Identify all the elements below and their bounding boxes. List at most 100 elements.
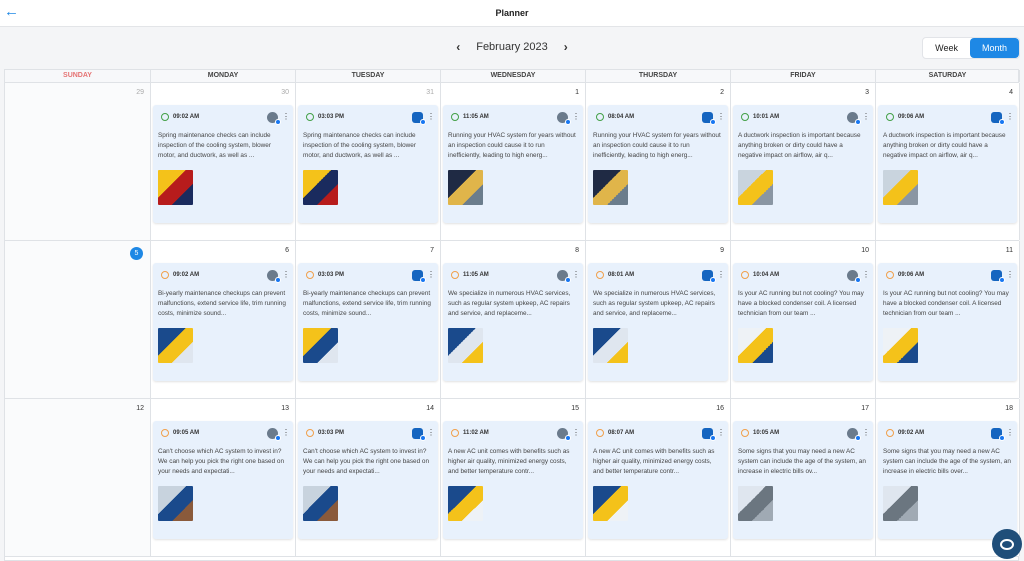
scheduled-post-card[interactable]: 09:02 AM ⋮ Spring maintenance checks can i…	[153, 105, 293, 223]
clock-icon	[161, 429, 169, 437]
scheduled-post-card[interactable]: 03:03 PM ⋮ Bi-yearly maintenance checkups …	[298, 263, 438, 381]
more-options-icon[interactable]: ⋮	[427, 271, 435, 279]
week-view-button[interactable]: Week	[923, 38, 970, 58]
calendar-day-cell[interactable]: 5	[5, 241, 151, 398]
account-avatar	[702, 111, 716, 125]
scheduled-post-card[interactable]: 10:04 AM ⋮ Is your AC running but not cool…	[733, 263, 873, 381]
day-number: 11	[1005, 247, 1013, 254]
more-options-icon[interactable]: ⋮	[572, 429, 580, 437]
calendar-day-cell[interactable]: 31 03:03 PM ⋮ Spring maintenance checks can…	[296, 83, 441, 240]
day-number: 8	[575, 247, 579, 254]
chat-bubble-icon[interactable]	[992, 529, 1022, 559]
scheduled-post-card[interactable]: 08:01 AM ⋮ We specialize in numerous HVAC …	[588, 263, 728, 381]
calendar-day-cell[interactable]: 3 10:01 AM ⋮ A ductwork inspection is impor…	[731, 83, 876, 240]
calendar-day-cell[interactable]: 16 08:07 AM ⋮ A new AC unit comes with bene…	[586, 399, 731, 556]
calendar-week: 5 6 09:02 AM ⋮ Bi-yearly maintenance checkup…	[5, 241, 1020, 399]
post-thumbnail	[738, 170, 773, 205]
post-time: 08:01 AM	[608, 272, 635, 278]
arrow-left-icon[interactable]: ←	[4, 3, 19, 21]
page-title: Planner	[495, 8, 529, 18]
month-calendar: SUNDAY MONDAY TUESDAY WEDNESDAY THURSDAY FRID…	[4, 69, 1020, 561]
more-options-icon[interactable]: ⋮	[862, 429, 870, 437]
chevron-right-icon[interactable]: ›	[558, 40, 574, 54]
post-time: 11:02 AM	[463, 430, 489, 436]
calendar-day-cell[interactable]: 10 10:04 AM ⋮ Is your AC running but not co…	[731, 241, 876, 398]
calendar-day-cell[interactable]: 12	[5, 399, 151, 556]
post-time: 08:07 AM	[608, 430, 635, 436]
more-options-icon[interactable]: ⋮	[1006, 271, 1014, 279]
facebook-icon	[710, 118, 716, 125]
calendar-day-cell[interactable]: 6 09:02 AM ⋮ Bi-yearly maintenance checkups…	[151, 241, 296, 398]
post-time: 03:03 PM	[318, 114, 345, 120]
clock-icon	[306, 271, 314, 279]
scheduled-post-card[interactable]: 08:07 AM ⋮ A new AC unit comes with benefi…	[588, 421, 728, 539]
clock-icon	[161, 113, 169, 121]
day-number: 31	[426, 89, 434, 96]
more-options-icon[interactable]: ⋮	[572, 113, 580, 121]
weekday-0: SUNDAY	[5, 70, 151, 82]
post-header: 09:02 AM ⋮	[158, 111, 290, 125]
calendar-day-cell[interactable]: 1 11:05 AM ⋮ Running your HVAC system for y…	[441, 83, 586, 240]
more-options-icon[interactable]: ⋮	[862, 271, 870, 279]
calendar-day-cell[interactable]: 11 09:06 AM ⋮ Is your AC running but not co…	[876, 241, 1020, 398]
scheduled-post-card[interactable]: 09:05 AM ⋮ Can't choose which AC system to…	[153, 421, 293, 539]
calendar-day-cell[interactable]: 13 09:05 AM ⋮ Can't choose which AC system …	[151, 399, 296, 556]
more-options-icon[interactable]: ⋮	[717, 429, 725, 437]
facebook-icon	[420, 118, 426, 125]
post-caption: Spring maintenance checks can include in…	[158, 132, 271, 159]
clock-icon	[451, 113, 459, 121]
calendar-day-cell[interactable]: 29	[5, 83, 151, 240]
more-options-icon[interactable]: ⋮	[862, 113, 870, 121]
more-options-icon[interactable]: ⋮	[427, 429, 435, 437]
calendar-day-cell[interactable]: 17 10:05 AM ⋮ Some signs that you may need …	[731, 399, 876, 556]
more-options-icon[interactable]: ⋮	[572, 271, 580, 279]
more-options-icon[interactable]: ⋮	[717, 271, 725, 279]
post-header: 08:01 AM ⋮	[593, 269, 725, 283]
post-header: 09:02 AM ⋮	[883, 427, 1014, 441]
post-thumbnail	[158, 170, 193, 205]
post-time: 11:05 AM	[463, 114, 489, 120]
more-options-icon[interactable]: ⋮	[1006, 113, 1014, 121]
more-options-icon[interactable]: ⋮	[282, 113, 290, 121]
account-avatar	[991, 269, 1005, 283]
account-avatar	[557, 269, 571, 283]
more-options-icon[interactable]: ⋮	[717, 113, 725, 121]
scheduled-post-card[interactable]: 09:02 AM ⋮ Bi-yearly maintenance checkups …	[153, 263, 293, 381]
scheduled-post-card[interactable]: 09:06 AM ⋮ A ductwork inspection is import…	[878, 105, 1017, 223]
more-options-icon[interactable]: ⋮	[1006, 429, 1014, 437]
scheduled-post-card[interactable]: 11:05 AM ⋮ We specialize in numerous HVAC …	[443, 263, 583, 381]
scheduled-post-card[interactable]: 08:04 AM ⋮ Running your HVAC system for ye…	[588, 105, 728, 223]
clock-icon	[451, 429, 459, 437]
calendar-day-cell[interactable]: 9 08:01 AM ⋮ We specialize in numerous HVAC…	[586, 241, 731, 398]
month-view-button[interactable]: Month	[969, 38, 1019, 58]
day-number: 16	[716, 405, 724, 412]
more-options-icon[interactable]: ⋮	[282, 429, 290, 437]
calendar-day-cell[interactable]: 15 11:02 AM ⋮ A new AC unit comes with bene…	[441, 399, 586, 556]
scheduled-post-card[interactable]: 09:06 AM ⋮ Is your AC running but not cool…	[878, 263, 1017, 381]
post-header: 03:03 PM ⋮	[303, 269, 435, 283]
more-options-icon[interactable]: ⋮	[427, 113, 435, 121]
chevron-left-icon[interactable]: ‹	[450, 40, 466, 54]
scheduled-post-card[interactable]: 10:05 AM ⋮ Some signs that you may need a …	[733, 421, 873, 539]
scheduled-post-card[interactable]: 09:02 AM ⋮ Some signs that you may need a …	[878, 421, 1017, 539]
calendar-week: 12 13 09:05 AM ⋮ Can't choose which AC syste…	[5, 399, 1020, 557]
calendar-day-cell[interactable]: 2 08:04 AM ⋮ Running your HVAC system for y…	[586, 83, 731, 240]
view-toggle: Week Month	[922, 37, 1020, 59]
scheduled-post-card[interactable]: 03:03 PM ⋮ Can't choose which AC system to…	[298, 421, 438, 539]
scheduled-post-card[interactable]: 03:03 PM ⋮ Spring maintenance checks can i…	[298, 105, 438, 223]
calendar-day-cell[interactable]: 14 03:03 PM ⋮ Can't choose which AC system …	[296, 399, 441, 556]
post-caption: Running your HVAC system for years witho…	[448, 132, 576, 159]
calendar-day-cell[interactable]: 4 09:06 AM ⋮ A ductwork inspection is impor…	[876, 83, 1020, 240]
scheduled-post-card[interactable]: 11:02 AM ⋮ A new AC unit comes with benefi…	[443, 421, 583, 539]
calendar-day-cell[interactable]: 8 11:05 AM ⋮ We specialize in numerous HVAC…	[441, 241, 586, 398]
calendar-day-cell[interactable]: 7 03:03 PM ⋮ Bi-yearly maintenance checkups…	[296, 241, 441, 398]
scheduled-post-card[interactable]: 11:05 AM ⋮ Running your HVAC system for ye…	[443, 105, 583, 223]
facebook-icon	[855, 276, 861, 283]
post-caption: Bi-yearly maintenance checkups can preve…	[303, 290, 431, 317]
post-thumbnail	[883, 328, 918, 363]
more-options-icon[interactable]: ⋮	[282, 271, 290, 279]
scheduled-post-card[interactable]: 10:01 AM ⋮ A ductwork inspection is import…	[733, 105, 873, 223]
calendar-day-cell[interactable]: 30 09:02 AM ⋮ Spring maintenance checks can…	[151, 83, 296, 240]
post-thumbnail	[738, 328, 773, 363]
clock-icon	[451, 271, 459, 279]
